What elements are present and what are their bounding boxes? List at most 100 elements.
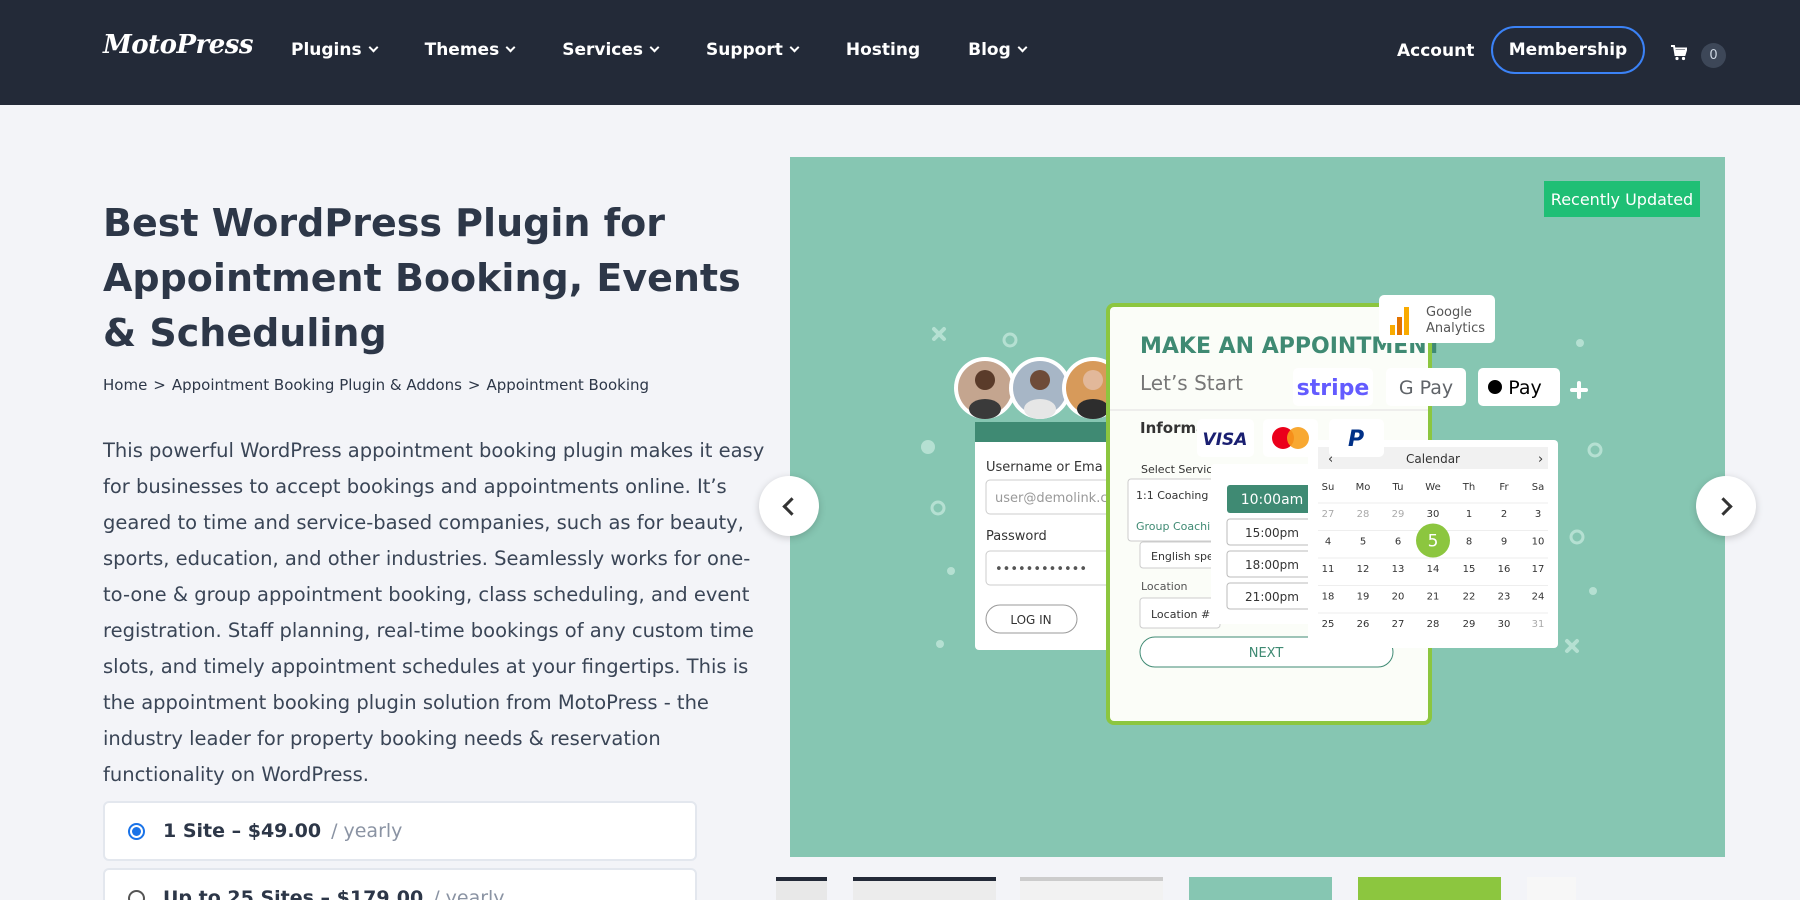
nav-label: Themes	[424, 40, 500, 60]
breadcrumb-appointment-addons[interactable]: Appointment Booking Plugin & Addons	[172, 376, 462, 394]
calendar-day: 15	[1463, 564, 1476, 575]
price-option-label: Up to 25 Sites – $179.00	[163, 887, 424, 900]
chevron-down-icon	[649, 42, 660, 53]
calendar-day: 2	[1501, 509, 1507, 520]
avatar-group	[954, 357, 1124, 419]
location-label: Location	[1141, 580, 1188, 593]
nav-label: Services	[562, 40, 643, 60]
radio-unselected[interactable]	[128, 889, 145, 900]
calendar-day: 22	[1463, 592, 1476, 603]
slider-next-button[interactable]	[1696, 476, 1756, 536]
ga-label-line1: Google	[1426, 305, 1472, 320]
calendar-weekday: We	[1425, 482, 1440, 493]
membership-button[interactable]: Membership	[1491, 26, 1645, 74]
slider-thumbnail[interactable]	[1020, 877, 1163, 900]
ga-label-line2: Analytics	[1426, 321, 1485, 336]
product-description: This powerful WordPress appointment book…	[103, 439, 765, 786]
calendar-weekday: Sa	[1532, 482, 1544, 493]
price-option-25-sites[interactable]: Up to 25 Sites – $179.00 / yearly	[103, 868, 697, 900]
price-option-period: / yearly	[433, 887, 505, 900]
time-slot-label: 10:00am	[1241, 492, 1304, 508]
calendar-day: 5	[1360, 537, 1366, 548]
nav-label: Plugins	[291, 40, 362, 60]
calendar-day: 28	[1427, 619, 1440, 630]
calendar-day: 14	[1427, 564, 1440, 575]
calendar-day: 29	[1463, 619, 1476, 630]
nav-themes[interactable]: Themes	[424, 40, 516, 60]
calendar-next-icon: ›	[1538, 452, 1543, 467]
nav-plugins[interactable]: Plugins	[291, 40, 379, 60]
time-slot-label: 21:00pm	[1245, 590, 1299, 604]
select-service-label: Select Service	[1141, 463, 1219, 476]
site-header: MotoPress Plugins Themes Services Support Ho…	[0, 0, 1800, 105]
next-button-label: NEXT	[1249, 646, 1284, 661]
nav-services[interactable]: Services	[562, 40, 660, 60]
radio-selected[interactable]	[128, 822, 145, 840]
recently-updated-badge: Recently Updated	[1544, 181, 1700, 217]
calendar-day: 20	[1392, 592, 1405, 603]
info-label: Informa	[1140, 419, 1206, 437]
slider-thumbnail[interactable]	[1189, 877, 1332, 900]
calendar-day: 29	[1392, 509, 1405, 520]
calendar-day: 21	[1427, 592, 1440, 603]
appointment-card-subtitle: Let’s Start	[1140, 371, 1243, 395]
calendar-day: 27	[1392, 619, 1405, 630]
calendar-day: 30	[1427, 509, 1440, 520]
username-label: Username or Ema	[986, 460, 1103, 475]
cart-count-badge: 0	[1701, 43, 1726, 68]
nav-blog[interactable]: Blog	[968, 40, 1028, 60]
gpay-logo-text: G Pay	[1399, 377, 1453, 399]
breadcrumb-current: Appointment Booking	[486, 376, 650, 394]
service-option: Group Coaching	[1136, 520, 1224, 533]
calendar-title: Calendar	[1406, 452, 1460, 466]
calendar-day: 26	[1357, 619, 1370, 630]
account-link[interactable]: Account	[1397, 41, 1474, 61]
calendar-day: 30	[1498, 619, 1511, 630]
ga-bar	[1390, 325, 1395, 335]
price-option-label: 1 Site – $49.00	[163, 820, 322, 842]
calendar-day: 4	[1325, 537, 1331, 548]
chevron-down-icon	[505, 42, 516, 53]
calendar-day: 8	[1466, 537, 1472, 548]
login-button-label: LOG IN	[1010, 613, 1051, 627]
apple-icon	[1488, 380, 1502, 394]
calendar-weekday: Su	[1322, 482, 1335, 493]
ga-bar	[1404, 307, 1409, 335]
decor-plus	[1570, 381, 1588, 399]
calendar-weekday: Fr	[1499, 482, 1509, 493]
slider-prev-button[interactable]	[759, 476, 819, 536]
calendar-day: 23	[1498, 592, 1511, 603]
chevron-down-icon	[368, 42, 379, 53]
password-value: ••••••••••••	[995, 562, 1087, 577]
calendar-weekday: Tu	[1392, 482, 1404, 493]
slider-thumbnail[interactable]	[853, 877, 996, 900]
password-label: Password	[986, 529, 1047, 544]
stripe-logo-text: stripe	[1297, 376, 1370, 401]
slider-thumbnail[interactable]	[1358, 877, 1501, 900]
breadcrumb: Home > Appointment Booking Plugin & Addons…	[103, 376, 649, 394]
nav-label: Hosting	[845, 40, 921, 60]
calendar-day-selected: 5	[1428, 532, 1439, 552]
breadcrumb-home[interactable]: Home	[103, 376, 147, 394]
cart-icon[interactable]	[1671, 45, 1687, 61]
slider-thumbnail[interactable]	[776, 877, 827, 900]
calendar-day: 1	[1466, 509, 1472, 520]
calendar-day: 28	[1357, 509, 1370, 520]
visa-logo-text: VISA	[1203, 430, 1248, 450]
calendar-day: 9	[1501, 537, 1507, 548]
paypal-logo-text: P	[1348, 427, 1364, 452]
username-value: user@demolink.c	[995, 491, 1108, 506]
nav-hosting[interactable]: Hosting	[846, 40, 920, 60]
nav-support[interactable]: Support	[706, 40, 800, 60]
slider-thumbnail[interactable]	[1527, 877, 1576, 900]
page-title: Best WordPress Plugin for Appointment Bo…	[103, 201, 741, 355]
price-option-period: / yearly	[331, 820, 403, 842]
time-slot-label: 18:00pm	[1245, 558, 1299, 572]
product-image-slider[interactable]: Username or Ema user@demolink.c Password…	[790, 157, 1725, 857]
time-slot-label: 15:00pm	[1245, 526, 1299, 540]
calendar-day: 13	[1392, 564, 1405, 575]
motopress-logo[interactable]: MotoPress	[103, 30, 254, 60]
chevron-down-icon	[1017, 42, 1028, 53]
price-option-1-site[interactable]: 1 Site – $49.00 / yearly	[103, 801, 697, 861]
chevron-down-icon	[789, 42, 800, 53]
